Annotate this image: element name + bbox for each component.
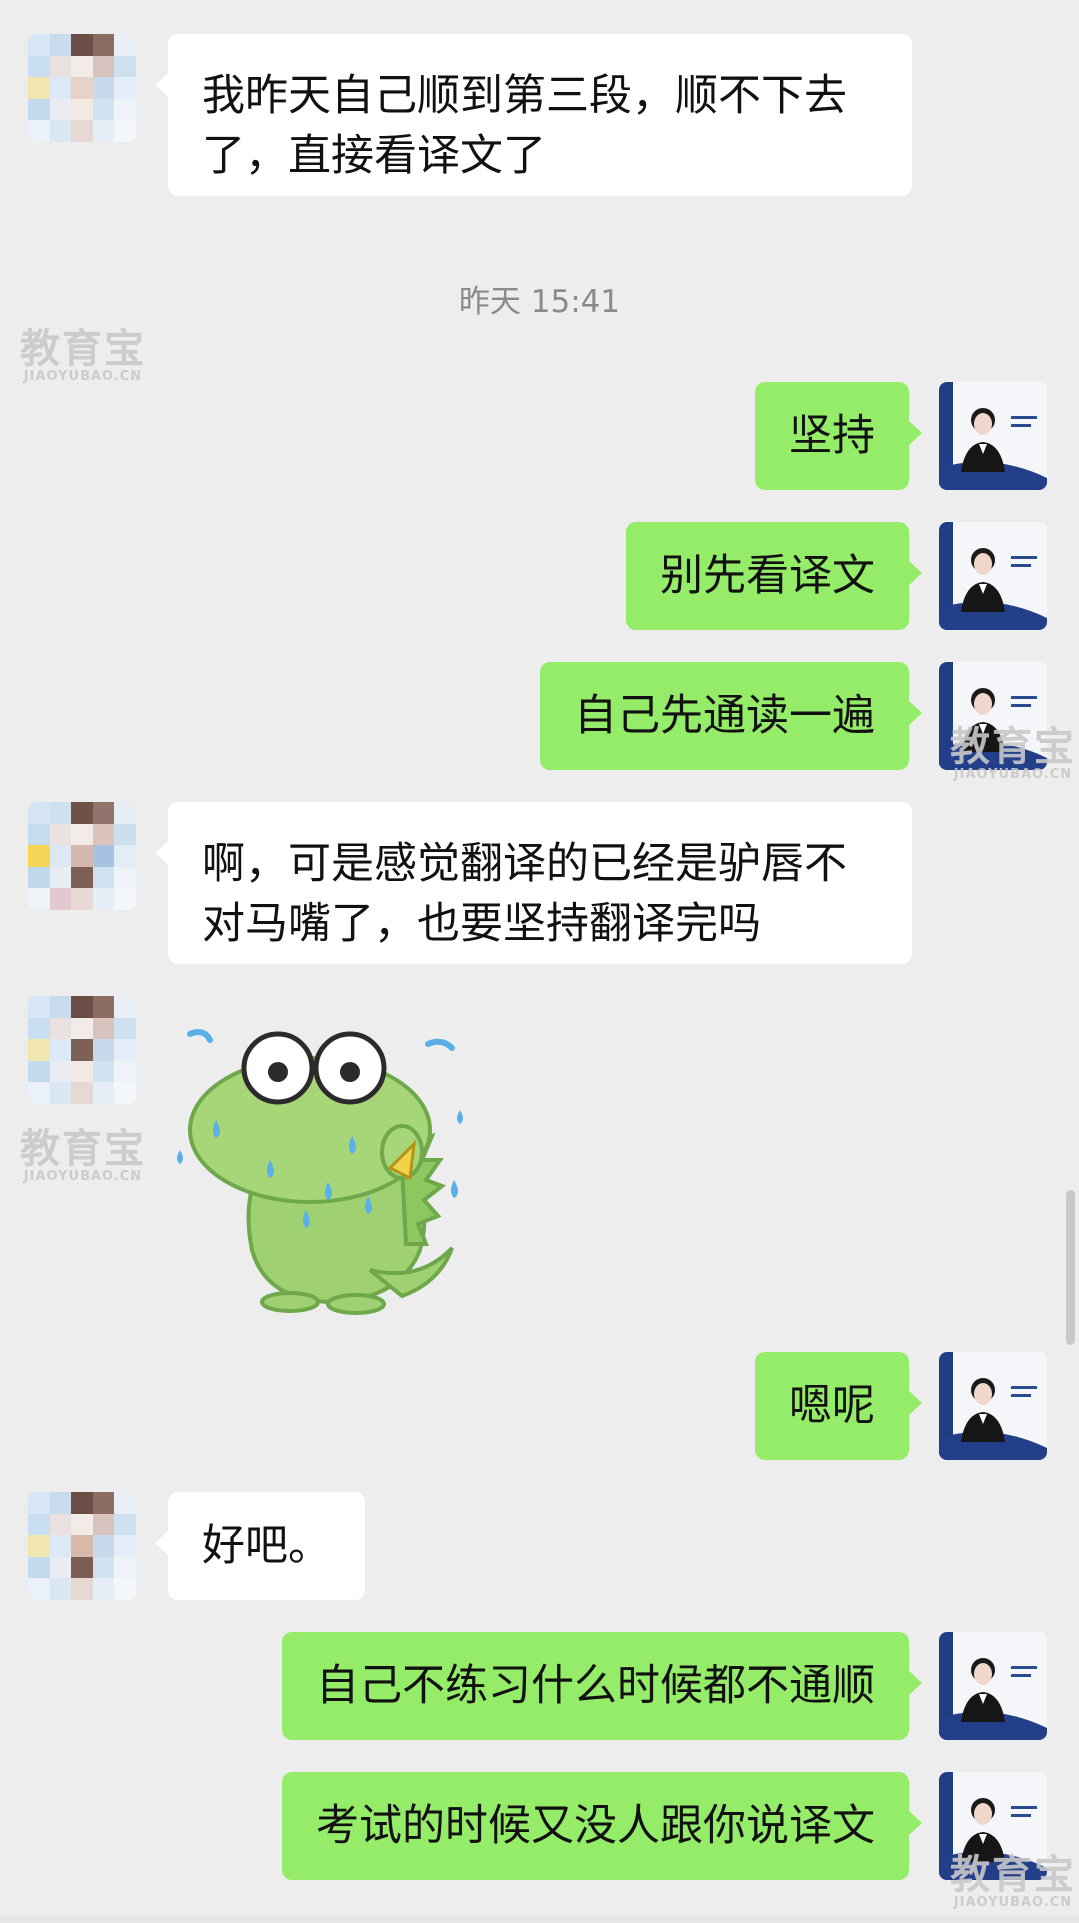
scrollbar-thumb[interactable] xyxy=(1066,1190,1075,1345)
message-text: 别先看译文 xyxy=(660,551,875,601)
contact-avatar[interactable] xyxy=(28,1492,136,1600)
message-text: 啊，可是感觉翻译的已经是驴唇不对马嘴了，也要坚持翻译完吗 xyxy=(202,839,847,949)
self-avatar[interactable] xyxy=(939,1352,1047,1460)
message-text: 考试的时候又没人跟你说译文 xyxy=(316,1801,875,1851)
pixelated-avatar-image xyxy=(28,1492,136,1600)
message-text: 嗯呢 xyxy=(789,1381,875,1431)
message-bubble[interactable]: 别先看译文 xyxy=(626,522,922,630)
bottom-divider xyxy=(0,1917,1079,1923)
message-bubble[interactable]: 自己不练习什么时候都不通顺 xyxy=(282,1632,922,1740)
self-avatar[interactable] xyxy=(939,522,1047,630)
message-text: 自己不练习什么时候都不通顺 xyxy=(316,1661,875,1711)
message-bubble[interactable]: 坚持 xyxy=(755,382,922,490)
watermark-logo: 教育宝 JIAOYUBAO.CN xyxy=(20,326,146,384)
profile-photo-icon xyxy=(939,1632,1047,1740)
pixelated-avatar-image xyxy=(28,34,136,142)
message-bubble[interactable]: 我昨天自己顺到第三段，顺不下去了，直接看译文了 xyxy=(155,34,912,196)
watermark-logo: 教育宝 JIAOYUBAO.CN xyxy=(950,724,1076,782)
message-bubble[interactable]: 考试的时候又没人跟你说译文 xyxy=(282,1772,922,1880)
message-text: 好吧。 xyxy=(202,1521,331,1571)
message-bubble[interactable]: 嗯呢 xyxy=(755,1352,922,1460)
message-text: 我昨天自己顺到第三段，顺不下去了，直接看译文了 xyxy=(202,71,847,181)
crying-frog-sticker[interactable] xyxy=(170,1020,490,1320)
pixelated-avatar-image xyxy=(28,802,136,910)
message-bubble[interactable]: 自己先通读一遍 xyxy=(540,662,922,770)
watermark-logo: 教育宝 JIAOYUBAO.CN xyxy=(20,1126,146,1184)
self-avatar[interactable] xyxy=(939,382,1047,490)
watermark-logo: 教育宝 JIAOYUBAO.CN xyxy=(950,1852,1076,1910)
message-text: 自己先通读一遍 xyxy=(574,691,875,741)
self-avatar[interactable] xyxy=(939,1632,1047,1740)
message-bubble[interactable]: 啊，可是感觉翻译的已经是驴唇不对马嘴了，也要坚持翻译完吗 xyxy=(155,802,912,964)
message-timestamp: 昨天 15:41 xyxy=(458,284,621,320)
profile-photo-icon xyxy=(939,382,1047,490)
contact-avatar[interactable] xyxy=(28,34,136,142)
contact-avatar[interactable] xyxy=(28,996,136,1104)
profile-photo-icon xyxy=(939,522,1047,630)
pixelated-avatar-image xyxy=(28,996,136,1104)
message-bubble[interactable]: 好吧。 xyxy=(155,1492,365,1600)
profile-photo-icon xyxy=(939,1352,1047,1460)
contact-avatar[interactable] xyxy=(28,802,136,910)
message-text: 坚持 xyxy=(789,411,875,461)
